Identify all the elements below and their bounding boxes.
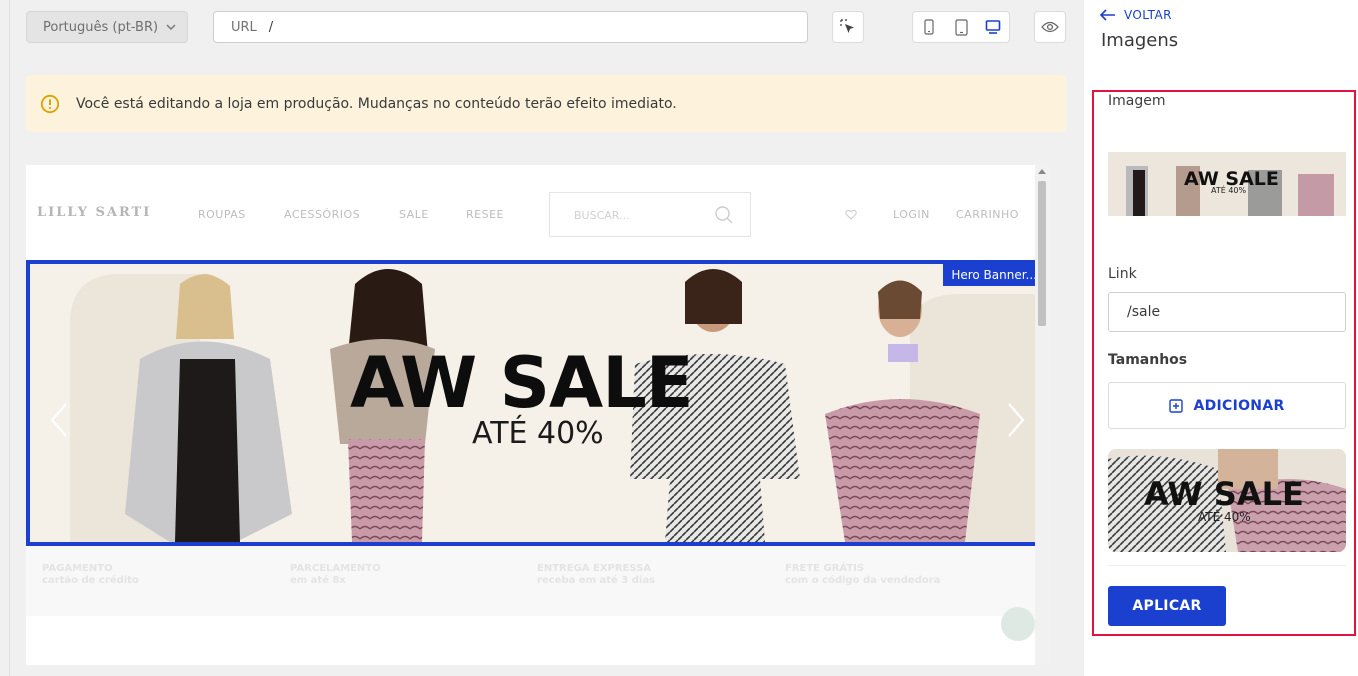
thumbnail-subline: ATÉ 40% bbox=[1211, 186, 1247, 195]
desktop-icon bbox=[985, 20, 1001, 34]
store-search-input[interactable]: BUSCAR... bbox=[549, 192, 751, 237]
size-card-subline: ATÉ 40% bbox=[1198, 510, 1251, 524]
benefit-item: FRETE GRÁTIS com o código da vendedora bbox=[785, 563, 941, 586]
benefit-item: ENTREGA EXPRESSA receba em até 3 dias bbox=[537, 563, 656, 586]
plus-square-icon bbox=[1169, 398, 1184, 413]
url-value: / bbox=[268, 19, 274, 35]
back-label: VOLTAR bbox=[1124, 8, 1172, 22]
apply-button[interactable]: APLICAR bbox=[1108, 586, 1226, 626]
warning-icon bbox=[40, 94, 60, 113]
device-mobile-button[interactable] bbox=[913, 12, 945, 42]
image-thumbnail[interactable]: AW SALE ATÉ 40% bbox=[1108, 152, 1346, 216]
url-field[interactable]: URL / bbox=[213, 11, 808, 43]
store-cart-link[interactable]: CARRINHO bbox=[956, 208, 1019, 221]
panel-title: Imagens bbox=[1101, 30, 1179, 51]
search-icon bbox=[715, 206, 733, 224]
preview-scrollbar[interactable] bbox=[1035, 165, 1049, 665]
properties-panel: VOLTAR Imagens Imagem AW SALE ATÉ 40% Li… bbox=[1084, 0, 1358, 676]
url-label: URL bbox=[231, 19, 257, 35]
size-card-headline: AW SALE bbox=[1144, 475, 1304, 513]
divider bbox=[1108, 565, 1346, 566]
store-nav-sale[interactable]: SALE bbox=[399, 208, 429, 221]
production-warning: Você está editando a loja em produção. M… bbox=[26, 75, 1066, 132]
link-value: /sale bbox=[1127, 304, 1161, 320]
device-desktop-button[interactable] bbox=[977, 12, 1009, 42]
store-nav-resee[interactable]: RESEE bbox=[466, 208, 504, 221]
add-size-button[interactable]: ADICIONAR bbox=[1108, 382, 1346, 429]
hero-banner[interactable]: AW SALE ATÉ 40% Hero Banner... bbox=[26, 260, 1049, 546]
size-image-card[interactable]: AW SALE ATÉ 40% bbox=[1108, 449, 1346, 552]
store-preview: LILLY SARTI ROUPAS ACESSÓRIOS SALE RESEE… bbox=[26, 165, 1049, 665]
editor-area: Português (pt-BR) URL / Você está editan… bbox=[10, 0, 1084, 676]
store-nav-roupas[interactable]: ROUPAS bbox=[198, 208, 246, 221]
scroll-up-arrow[interactable] bbox=[1038, 169, 1046, 174]
preview-button[interactable] bbox=[1034, 11, 1066, 43]
sizes-label: Tamanhos bbox=[1108, 352, 1188, 368]
eye-icon bbox=[1041, 21, 1059, 33]
mobile-icon bbox=[924, 19, 934, 35]
scrollbar-thumb[interactable] bbox=[1038, 181, 1046, 326]
link-label: Link bbox=[1108, 266, 1137, 282]
store-nav-acessorios[interactable]: ACESSÓRIOS bbox=[284, 208, 360, 221]
component-badge: Hero Banner... bbox=[943, 264, 1045, 286]
image-label: Imagem bbox=[1108, 93, 1166, 109]
chevron-left-icon[interactable] bbox=[48, 402, 70, 438]
chevron-down-icon bbox=[166, 24, 176, 31]
store-login-link[interactable]: LOGIN bbox=[893, 208, 930, 221]
benefit-item: PARCELAMENTO em até 8x bbox=[290, 563, 381, 586]
device-switcher bbox=[912, 11, 1010, 43]
cursor-select-icon bbox=[840, 19, 854, 33]
whatsapp-icon[interactable] bbox=[1001, 607, 1035, 641]
arrow-left-icon bbox=[1100, 9, 1115, 21]
hero-headline: AW SALE bbox=[350, 342, 694, 424]
locale-select[interactable]: Português (pt-BR) bbox=[26, 11, 188, 43]
back-button[interactable]: VOLTAR bbox=[1100, 8, 1172, 22]
locale-label: Português (pt-BR) bbox=[43, 19, 159, 35]
select-element-button[interactable] bbox=[832, 11, 864, 43]
store-search-placeholder: BUSCAR... bbox=[574, 209, 630, 222]
device-tablet-button[interactable] bbox=[945, 12, 977, 42]
add-size-label: ADICIONAR bbox=[1193, 397, 1285, 414]
benefit-item: PAGAMENTO cartão de crédito bbox=[42, 563, 139, 586]
heart-icon[interactable] bbox=[845, 209, 857, 220]
store-logo[interactable]: LILLY SARTI bbox=[37, 205, 151, 220]
left-edge bbox=[0, 0, 10, 676]
chevron-right-icon[interactable] bbox=[1005, 402, 1027, 438]
warning-text: Você está editando a loja em produção. M… bbox=[76, 95, 677, 112]
benefits-bar: PAGAMENTO cartão de crédito PARCELAMENTO e… bbox=[26, 546, 1049, 616]
hero-subline: ATÉ 40% bbox=[472, 416, 604, 451]
tablet-icon bbox=[954, 18, 968, 36]
link-input[interactable]: /sale bbox=[1108, 292, 1346, 332]
